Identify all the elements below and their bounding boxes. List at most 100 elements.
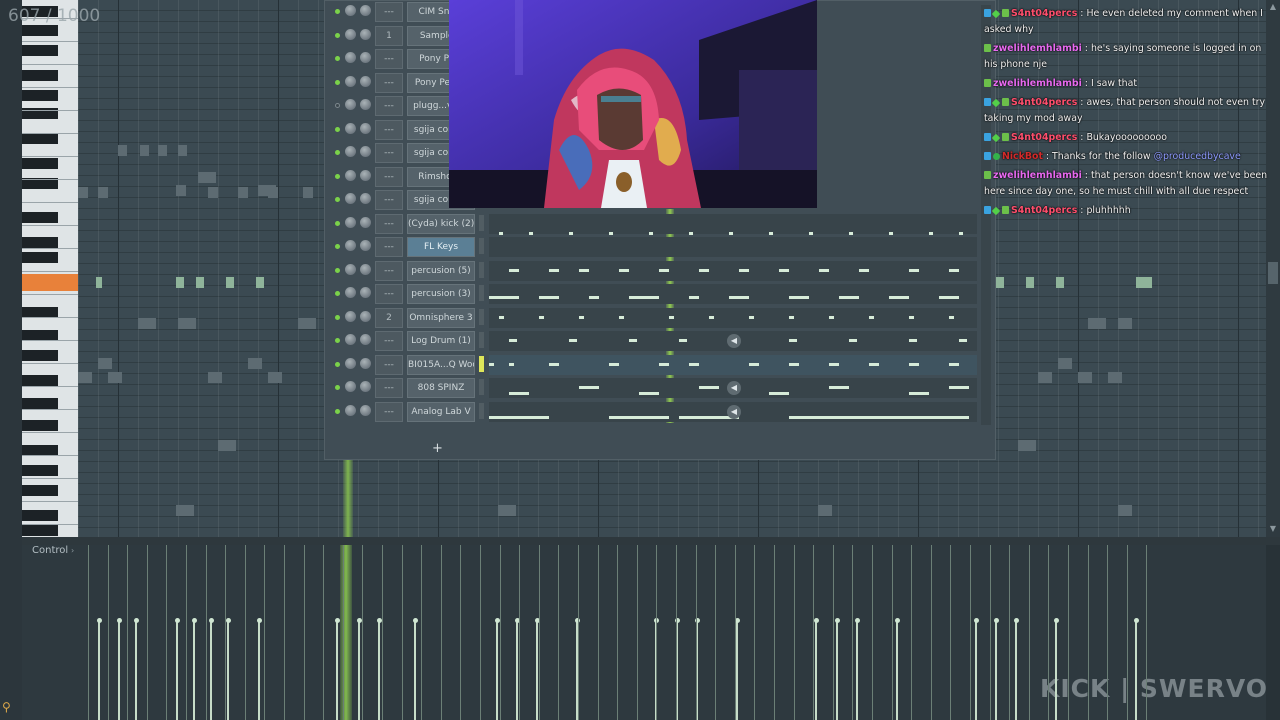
velocity-stem-minor[interactable] [166,545,168,720]
velocity-stem-minor[interactable] [852,545,854,720]
velocity-handle[interactable] [208,618,214,623]
piano-roll-note[interactable] [138,318,156,329]
pan-knob-icon[interactable] [345,146,356,157]
piano-roll-note[interactable] [1118,505,1132,516]
piano-roll-note-c5[interactable] [176,277,184,288]
channel-led[interactable] [335,220,340,226]
velocity-stem-minor[interactable] [460,545,462,720]
pan-knob-icon[interactable] [345,357,356,369]
volume-knob-icon[interactable] [360,263,371,275]
velocity-stem-minor[interactable] [284,545,285,720]
mixer-track-route[interactable]: --- [375,190,403,210]
pan-knob-icon[interactable] [345,169,356,181]
piano-roll-note[interactable] [78,372,92,383]
pan-knob-icon[interactable] [345,52,356,63]
channel-led[interactable] [335,32,340,38]
velocity-handle[interactable] [1053,618,1059,623]
volume-knob-icon[interactable] [360,381,371,392]
velocity-stem[interactable] [98,620,100,720]
piano-roll-note[interactable] [1108,372,1122,383]
velocity-stem[interactable] [1055,620,1057,720]
velocity-handle[interactable] [376,618,382,623]
channel-select-grip[interactable] [479,285,484,301]
mixer-track-route[interactable]: --- [375,378,403,398]
piano-roll-note-c5[interactable] [226,277,234,288]
channel-note-preview[interactable] [489,307,977,328]
velocity-stem-minor[interactable] [519,545,521,720]
volume-knob-icon[interactable] [360,99,371,110]
velocity-stem-minor[interactable] [1146,545,1148,720]
velocity-stem[interactable] [336,620,338,720]
piano-key-black[interactable] [22,90,58,101]
piano-key-black[interactable] [22,398,58,409]
velocity-stem[interactable] [1135,620,1137,720]
velocity-handle[interactable] [225,618,231,623]
scroll-thumb[interactable] [1268,262,1278,284]
velocity-handle[interactable] [174,618,180,623]
channel-name-button[interactable]: (Cyda) kick (2) [407,213,475,234]
channel-led[interactable] [335,244,340,249]
pan-knob-icon[interactable] [345,193,356,204]
channel-name-button[interactable]: BI015A...Q Wood [407,354,475,375]
velocity-stem-minor[interactable] [1068,545,1069,720]
velocity-stem-minor[interactable] [146,545,148,720]
channel-led[interactable] [335,9,340,14]
piano-roll-note[interactable] [176,185,186,196]
velocity-stem[interactable] [135,620,137,720]
mixer-track-route[interactable]: --- [375,331,403,351]
piano-roll-note[interactable] [1118,318,1132,329]
velocity-stem-minor[interactable] [1009,545,1011,720]
channel-name-button[interactable]: Log Drum (1) [407,331,475,351]
velocity-handle[interactable] [1133,618,1139,623]
pan-knob-icon[interactable] [345,28,356,40]
mixer-track-route[interactable]: --- [375,119,403,140]
channel-led[interactable] [335,361,340,367]
piano-key-black[interactable] [22,158,58,169]
channel-row[interactable]: --- FL Keys [333,236,978,258]
piano-key-black[interactable] [22,465,58,476]
piano-roll-note[interactable] [208,372,222,383]
speaker-mute-icon[interactable]: ◀ [727,404,741,419]
piano-key-black[interactable] [22,375,58,386]
channel-led[interactable] [335,408,340,414]
piano-key-black[interactable] [22,212,58,223]
chat-username[interactable]: NickBot [1002,151,1043,162]
velocity-stem[interactable] [210,620,212,720]
velocity-stem-minor[interactable] [538,545,540,720]
piano-roll-note[interactable] [1078,372,1092,383]
channel-name-button[interactable]: percusion (5) [407,260,475,281]
channel-led[interactable] [335,314,340,320]
piano-key-black[interactable] [22,350,58,361]
velocity-handle[interactable] [256,618,262,623]
piano-key-black[interactable] [22,237,58,248]
velocity-stem[interactable] [414,620,416,720]
channel-led[interactable] [335,385,340,390]
pan-knob-icon[interactable] [345,122,356,134]
mixer-track-route[interactable]: --- [375,96,403,116]
velocity-stem-minor[interactable] [970,545,971,720]
velocity-stem-minor[interactable] [617,545,619,720]
velocity-stem[interactable] [358,620,360,720]
piano-key-black[interactable] [22,45,58,56]
velocity-stem[interactable] [378,620,380,720]
piano-roll-note[interactable] [208,187,218,198]
piano-roll-note[interactable] [498,505,516,516]
volume-knob-icon[interactable] [360,216,371,228]
velocity-stem[interactable] [176,620,178,720]
velocity-stem-minor[interactable] [695,545,697,720]
control-target-label[interactable]: Control [32,545,68,556]
mixer-track-route[interactable]: --- [375,166,403,187]
velocity-stem-minor[interactable] [382,545,383,720]
pan-knob-icon[interactable] [345,5,356,16]
velocity-stem-minor[interactable] [244,545,246,720]
velocity-handle[interactable] [334,618,340,623]
mixer-track-route[interactable]: --- [375,237,403,257]
channel-name-button[interactable]: Analog Lab V [407,401,475,422]
channel-row[interactable]: --- (Cyda) kick (2) [333,213,978,235]
volume-knob-icon[interactable] [360,122,371,134]
piano-roll-note[interactable] [218,440,236,451]
pan-knob-icon[interactable] [345,240,356,251]
chat-mention-link[interactable]: @producedbycave [1154,151,1241,162]
mixer-track-route[interactable]: 1 [375,25,403,46]
piano-roll-note[interactable] [818,505,832,516]
